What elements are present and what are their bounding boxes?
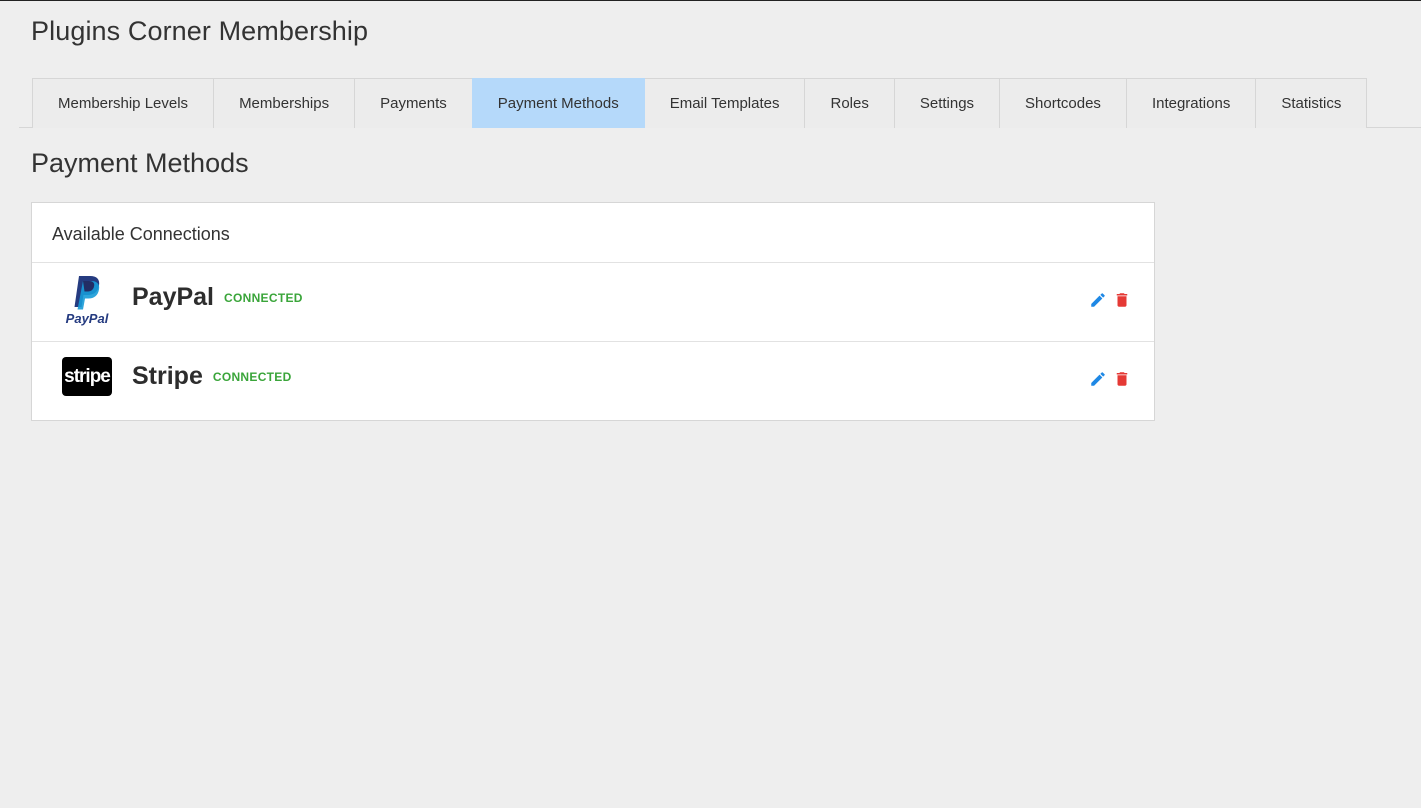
tab-bar: Membership Levels Memberships Payments P… <box>32 78 1368 128</box>
connection-name-text: Stripe <box>132 362 203 390</box>
tab-email-templates[interactable]: Email Templates <box>643 78 806 128</box>
status-badge: CONNECTED <box>224 291 303 305</box>
paypal-logo-text: PayPal <box>66 311 109 326</box>
page-title: Payment Methods <box>31 148 249 178</box>
paypal-logo: PayPal <box>66 276 109 326</box>
connection-row-paypal: PayPal PayPal CONNECTED <box>32 263 1154 342</box>
connection-name-text: PayPal <box>132 283 215 311</box>
tab-membership-levels[interactable]: Membership Levels <box>32 78 215 128</box>
tab-integrations[interactable]: Integrations <box>1125 78 1257 128</box>
pencil-icon[interactable] <box>1089 290 1107 310</box>
connection-name: Stripe CONNECTED <box>132 362 292 391</box>
trash-icon[interactable] <box>1113 290 1131 310</box>
trash-icon[interactable] <box>1113 369 1131 389</box>
row-actions <box>1089 290 1131 310</box>
stripe-logo: stripe <box>62 357 112 396</box>
tab-settings[interactable]: Settings <box>893 78 1001 128</box>
tab-payments[interactable]: Payments <box>354 78 473 128</box>
tab-memberships[interactable]: Memberships <box>213 78 356 128</box>
connection-row-stripe: stripe Stripe CONNECTED <box>32 342 1154 421</box>
tab-payment-methods[interactable]: Payment Methods <box>471 78 645 128</box>
pencil-icon[interactable] <box>1089 369 1107 389</box>
panel-header: Available Connections <box>32 203 1154 263</box>
tab-roles[interactable]: Roles <box>804 78 895 128</box>
connections-panel: Available Connections PayPal PayPal CONNE… <box>31 202 1155 421</box>
row-actions <box>1089 369 1131 389</box>
status-badge: CONNECTED <box>212 370 292 384</box>
app-title: Plugins Corner Membership <box>31 16 369 46</box>
connection-name: PayPal CONNECTED <box>132 283 303 312</box>
tab-statistics[interactable]: Statistics <box>1255 78 1368 128</box>
tab-shortcodes[interactable]: Shortcodes <box>999 78 1127 128</box>
